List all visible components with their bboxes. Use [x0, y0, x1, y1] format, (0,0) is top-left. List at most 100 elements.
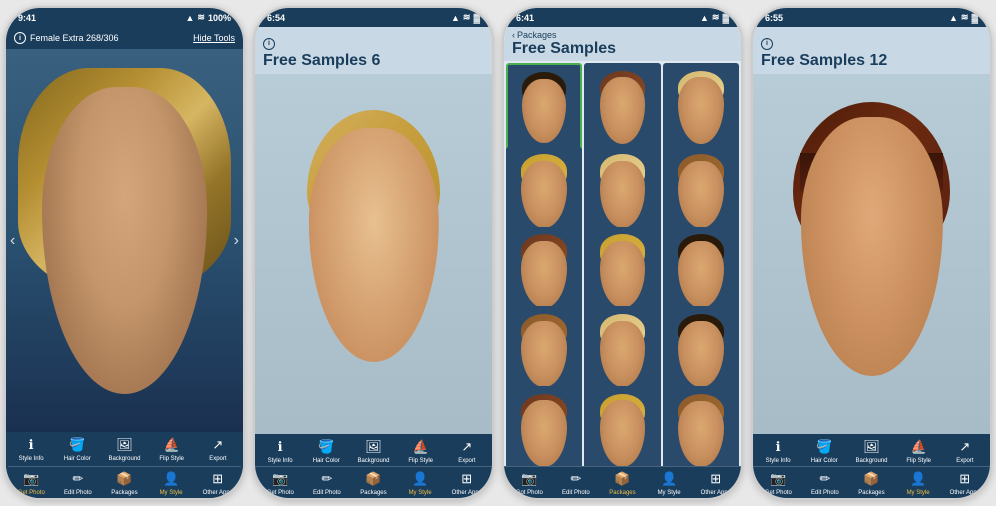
grid-cell-1[interactable]: 1: [506, 63, 582, 158]
photo-area-4: [753, 74, 990, 435]
nav-left-arrow[interactable]: ‹: [10, 232, 15, 250]
background-btn-2[interactable]: 🖼 Background: [357, 438, 389, 464]
title-4: Free Samples 12: [761, 52, 982, 70]
toolbar-top-1: ℹ Style Info 🪣 Hair Color 🖼 Background ⛵…: [8, 436, 241, 462]
mini-face-15: [678, 401, 724, 467]
grid-cell-2[interactable]: 2: [584, 63, 660, 158]
header-3: ‹ Packages Free Samples: [504, 27, 741, 61]
battery-2: ▓: [473, 13, 480, 23]
packages-icon-2: 📦: [362, 470, 384, 488]
edit-photo-icon-1: ✏: [67, 470, 89, 488]
hair-color-btn-2[interactable]: 🪣 Hair Color: [311, 438, 341, 464]
my-style-btn-3[interactable]: 👤 My Style: [654, 470, 684, 496]
style-info-icon-4: ℹ: [767, 438, 789, 456]
packages-btn-4[interactable]: 📦 Packages: [856, 470, 886, 496]
grid-cell-3[interactable]: 3: [663, 63, 739, 158]
got-photo-btn-3[interactable]: 📷 Got Photo: [514, 470, 544, 496]
hair-color-btn-4[interactable]: 🪣 Hair Color: [809, 438, 839, 464]
battery-1: 100%: [208, 13, 231, 23]
grid-cell-15[interactable]: 15: [663, 386, 739, 466]
other-apps-btn-4[interactable]: ⊞ Other Apps: [950, 470, 980, 496]
mini-face-5: [600, 161, 646, 228]
edit-photo-btn-4[interactable]: ✏ Edit Photo: [810, 470, 840, 496]
mini-face-9: [678, 241, 724, 308]
export-btn-1[interactable]: ↗ Export: [203, 436, 233, 462]
get-photo-icon-4: 📷: [767, 470, 789, 488]
mini-face-11: [600, 321, 646, 388]
grid-face-1: [508, 65, 580, 156]
other-apps-btn-2[interactable]: ⊞ Other Apps: [452, 470, 482, 496]
hide-tools-btn[interactable]: Hide Tools: [193, 33, 235, 43]
background-btn-1[interactable]: 🖼 Background: [108, 436, 140, 462]
packages-icon-1: 📦: [113, 470, 135, 488]
title-3: Free Samples: [512, 40, 733, 58]
time-4: 6:55: [765, 13, 783, 23]
flip-style-btn-4[interactable]: ⛵ Flip Style: [904, 438, 934, 464]
battery-4: ▓: [971, 13, 978, 23]
packages-btn-2[interactable]: 📦 Packages: [358, 470, 388, 496]
info-icon-1[interactable]: i: [14, 32, 26, 44]
toolbar-bottom-2: 📷 Get Photo ✏ Edit Photo 📦 Packages 👤 My…: [255, 466, 492, 498]
wifi-icon-2: ≋: [463, 12, 471, 23]
export-btn-2[interactable]: ↗ Export: [452, 438, 482, 464]
get-photo-btn-2[interactable]: 📷 Get Photo: [265, 470, 295, 496]
header-2: i Free Samples 6: [255, 27, 492, 74]
flip-style-btn-2[interactable]: ⛵ Flip Style: [406, 438, 436, 464]
mini-face-14: [600, 400, 646, 466]
hair-color-icon-2: 🪣: [315, 438, 337, 456]
flip-style-btn-1[interactable]: ⛵ Flip Style: [157, 436, 187, 462]
screen-3: ‹ Packages Free Samples 1 2: [504, 27, 741, 498]
info-icon-4[interactable]: i: [761, 38, 773, 50]
packages-btn-1[interactable]: 📦 Packages: [109, 470, 139, 496]
edit-photo-btn-2[interactable]: ✏ Edit Photo: [312, 470, 342, 496]
export-icon-4: ↗: [954, 438, 976, 456]
header-1: i Female Extra 268/306 Hide Tools: [6, 27, 243, 49]
mini-face-3: [678, 77, 724, 144]
bottom-toolbar-2: ℹ Style Info 🪣 Hair Color 🖼 Background ⛵…: [255, 434, 492, 498]
other-apps-icon-2: ⊞: [456, 470, 478, 488]
other-apps-btn-1[interactable]: ⊞ Other Apps: [203, 470, 233, 496]
edit-photo-btn-1[interactable]: ✏ Edit Photo: [63, 470, 93, 496]
phone-2: 6:54 ▲ ≋ ▓ i Free Samples 6 ℹ Style Info: [253, 6, 494, 500]
my-style-btn-2[interactable]: 👤 My Style: [405, 470, 435, 496]
info-icon-2[interactable]: i: [263, 38, 275, 50]
toolbar-bottom-4: 📷 Get Photo ✏ Edit Photo 📦 Packages 👤 My…: [753, 466, 990, 498]
back-btn-3[interactable]: ‹ Packages: [512, 30, 733, 40]
background-btn-4[interactable]: 🖼 Background: [855, 438, 887, 464]
toolbar-top-4: ℹ Style Info 🪣 Hair Color 🖼 Background ⛵…: [753, 434, 990, 466]
my-style-btn-4[interactable]: 👤 My Style: [903, 470, 933, 496]
my-style-btn-1[interactable]: 👤 My Style: [156, 470, 186, 496]
my-style-icon-2: 👤: [409, 470, 431, 488]
background-icon-1: 🖼: [113, 436, 135, 454]
grid-face-3: [663, 63, 739, 158]
bottom-toolbar-3: 📷 Got Photo ✏ Edit Photo 📦 Packages 👤 My…: [504, 466, 741, 498]
woman-face-4: [800, 117, 942, 377]
grid-face-15: [663, 386, 739, 466]
photo-area-2: [255, 74, 492, 435]
grid-cell-13[interactable]: 13: [506, 386, 582, 466]
background-icon-4: 🖼: [860, 438, 882, 456]
wifi-icon-3: ≋: [712, 12, 720, 23]
packages-icon-4: 📦: [860, 470, 882, 488]
other-apps-icon-4: ⊞: [954, 470, 976, 488]
get-photo-btn-4[interactable]: 📷 Get Photo: [763, 470, 793, 496]
nav-right-arrow[interactable]: ›: [234, 232, 239, 250]
style-info-btn-1[interactable]: ℹ Style Info: [16, 436, 46, 462]
status-bar-3: 6:41 ▲ ≋ ▓: [504, 8, 741, 27]
edit-photo-icon-3: ✏: [565, 470, 587, 488]
style-info-icon-1: ℹ: [20, 436, 42, 454]
grid-cell-14[interactable]: 14: [584, 386, 660, 466]
style-info-btn-2[interactable]: ℹ Style Info: [265, 438, 295, 464]
get-photo-btn-1[interactable]: 📷 Get Photo: [16, 470, 46, 496]
packages-btn-3[interactable]: 📦 Packages: [607, 470, 637, 496]
signal-icon-3: ▲: [700, 13, 709, 23]
export-icon-2: ↗: [456, 438, 478, 456]
status-icons-3: ▲ ≋ ▓: [700, 12, 729, 23]
other-apps-btn-3[interactable]: ⊞ Other Apps: [701, 470, 731, 496]
packages-icon-3: 📦: [611, 470, 633, 488]
screen-2: i Free Samples 6 ℹ Style Info 🪣 Hair Col…: [255, 27, 492, 498]
style-info-btn-4[interactable]: ℹ Style Info: [763, 438, 793, 464]
edit-photo-btn-3[interactable]: ✏ Edit Photo: [561, 470, 591, 496]
hair-color-btn-1[interactable]: 🪣 Hair Color: [62, 436, 92, 462]
export-btn-4[interactable]: ↗ Export: [950, 438, 980, 464]
